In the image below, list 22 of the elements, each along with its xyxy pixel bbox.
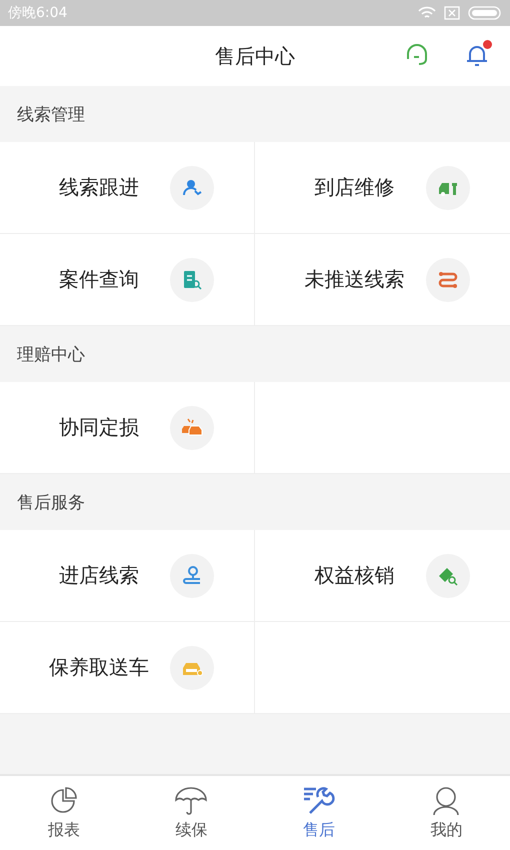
headset-icon[interactable] (404, 42, 430, 68)
menu-tile[interactable]: 保养取送车 (0, 622, 255, 714)
menu-tile[interactable]: 进店线索 (0, 530, 255, 622)
section-header: 线索管理 (16, 104, 86, 126)
page-title: 售后中心 (215, 42, 295, 70)
tab-bar-item[interactable]: 售后 (255, 776, 382, 850)
pie-chart-icon (48, 786, 79, 816)
menu-tile[interactable]: 协同定损 (0, 382, 255, 474)
sim-card-icon (444, 6, 460, 20)
menu-tile[interactable]: 线索跟进 (0, 142, 255, 234)
tab-bar-item[interactable]: 续保 (128, 776, 255, 850)
umbrella-icon (174, 786, 208, 816)
notification-button[interactable] (464, 42, 490, 68)
person-icon (431, 786, 462, 816)
section-header: 售后服务 (16, 492, 86, 514)
tab-bar-item[interactable]: 我的 (382, 776, 510, 850)
wifi-icon (418, 6, 436, 20)
battery-icon (468, 6, 502, 20)
menu-tile[interactable]: 案件查询 (0, 234, 255, 326)
wrench-icon (302, 786, 336, 816)
tab-bar-item[interactable]: 报表 (0, 776, 128, 850)
section-header: 理赔中心 (16, 344, 86, 366)
